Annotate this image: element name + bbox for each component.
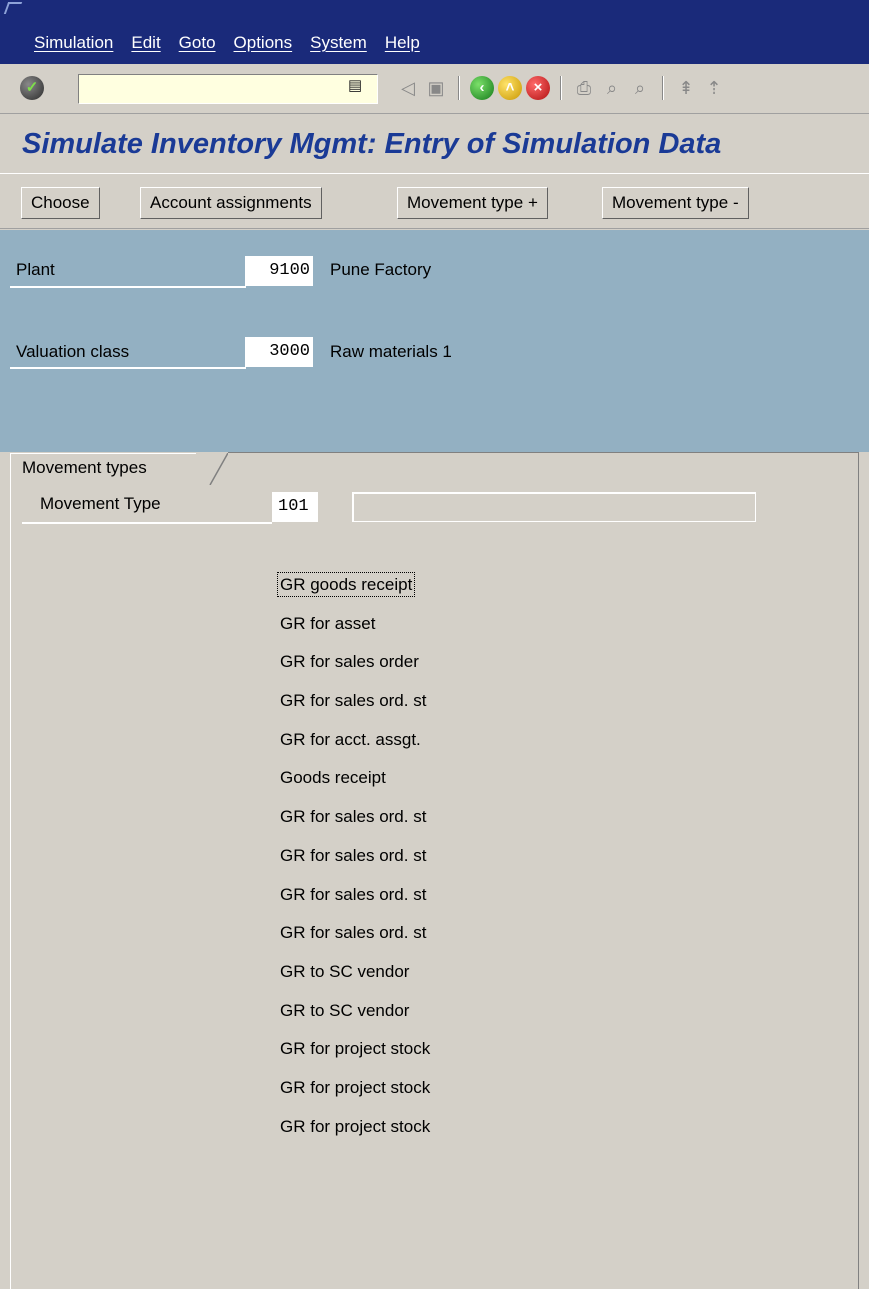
find-next-icon[interactable]: ⌕ bbox=[626, 75, 654, 101]
list-item-text: GR for project stock bbox=[280, 1077, 431, 1097]
list-item-text: GR for acct. assgt. bbox=[280, 729, 421, 749]
list-item-text: GR for asset bbox=[280, 613, 376, 633]
back-icon[interactable]: ‹ bbox=[468, 75, 496, 101]
page-title: Simulate Inventory Mgmt: Entry of Simula… bbox=[22, 128, 722, 160]
plant-label-underline bbox=[10, 286, 246, 288]
list-item-text: GR for project stock bbox=[280, 1039, 431, 1059]
plant-description: Pune Factory bbox=[330, 260, 432, 279]
movement-types-panel bbox=[10, 485, 859, 1289]
enter-icon[interactable]: ✓ bbox=[20, 76, 44, 100]
list-item[interactable]: Goods receipt bbox=[276, 763, 430, 802]
list-item-text: GR to SC vendor bbox=[280, 961, 410, 981]
system-menu-icon[interactable] bbox=[3, 2, 23, 14]
list-item-text: GR for sales ord. st bbox=[280, 845, 427, 865]
toolbar-separator bbox=[560, 76, 562, 100]
movement-type-plus-button[interactable]: Movement type + bbox=[397, 187, 548, 219]
list-item[interactable]: GR for sales order bbox=[276, 647, 430, 686]
first-page-icon[interactable]: ⇞ bbox=[672, 75, 700, 101]
save-icon[interactable]: ▣ bbox=[422, 75, 450, 101]
list-item-text: GR for sales ord. st bbox=[280, 807, 427, 827]
exit-icon[interactable]: ˄ bbox=[496, 75, 524, 101]
list-item[interactable]: GR for sales ord. st bbox=[276, 880, 430, 919]
toolbar-icons: ◁ ▣ ‹ ˄ × ⎙ ⌕ ⌕ ⇞ ⇡ bbox=[394, 75, 728, 101]
menu-goto[interactable]: Goto bbox=[179, 33, 216, 53]
list-item-text: GR for sales ord. st bbox=[280, 923, 427, 943]
header-area: Plant 9100 Pune Factory Valuation class … bbox=[0, 230, 869, 452]
menu: Simulation Edit Goto Options System Help bbox=[34, 33, 438, 53]
list-item-text: GR for project stock bbox=[280, 1116, 431, 1136]
list-item[interactable]: GR goods receipt bbox=[276, 570, 430, 609]
list-item-text: GR for sales ord. st bbox=[280, 884, 427, 904]
application-toolbar: Choose Account assignments Movement type… bbox=[0, 173, 869, 229]
find-icon[interactable]: ⌕ bbox=[598, 75, 626, 101]
menu-options[interactable]: Options bbox=[234, 33, 293, 53]
menu-help[interactable]: Help bbox=[385, 33, 420, 53]
list-item[interactable]: GR for sales ord. st bbox=[276, 918, 430, 957]
valuation-class-label: Valuation class bbox=[16, 342, 130, 361]
list-item[interactable]: GR for project stock bbox=[276, 1112, 430, 1151]
list-item[interactable]: GR for sales ord. st bbox=[276, 686, 430, 725]
menu-bar: Simulation Edit Goto Options System Help bbox=[0, 0, 869, 64]
tab-movement-types[interactable]: Movement types bbox=[10, 453, 228, 485]
movement-type-label: Movement Type bbox=[40, 494, 161, 513]
valuation-class-field[interactable]: 3000 bbox=[245, 337, 313, 367]
movement-type-field[interactable]: 101 bbox=[272, 492, 318, 522]
list-item-text: GR for sales ord. st bbox=[280, 691, 427, 711]
movement-type-minus-button[interactable]: Movement type - bbox=[602, 187, 749, 219]
movement-type-label-underline bbox=[22, 522, 272, 524]
plant-field[interactable]: 9100 bbox=[245, 256, 313, 286]
cancel-icon[interactable]: × bbox=[524, 75, 552, 101]
list-item-text: Goods receipt bbox=[280, 768, 386, 788]
choose-button[interactable]: Choose bbox=[21, 187, 100, 219]
list-item[interactable]: GR for project stock bbox=[276, 1034, 430, 1073]
movement-type-list: GR goods receipt GR for asset GR for sal… bbox=[276, 570, 430, 1150]
tab-strip-line bbox=[228, 452, 859, 453]
standard-toolbar: ✓ ▤ ◁ ▣ ‹ ˄ × ⎙ ⌕ ⌕ ⇞ ⇡ bbox=[0, 64, 869, 114]
menu-simulation[interactable]: Simulation bbox=[34, 33, 113, 53]
print-icon[interactable]: ⎙ bbox=[570, 75, 598, 101]
list-item[interactable]: GR for asset bbox=[276, 609, 430, 648]
command-field[interactable] bbox=[78, 74, 378, 104]
menu-edit[interactable]: Edit bbox=[131, 33, 160, 53]
list-item-text: GR for sales order bbox=[280, 652, 419, 672]
list-item[interactable]: GR for project stock bbox=[276, 1073, 430, 1112]
command-history-icon[interactable]: ▤ bbox=[348, 76, 362, 94]
previous-page-icon[interactable]: ⇡ bbox=[700, 75, 728, 101]
toolbar-separator bbox=[458, 76, 460, 100]
plant-label: Plant bbox=[16, 260, 55, 279]
tab-label: Movement types bbox=[22, 458, 147, 477]
list-item[interactable]: GR for sales ord. st bbox=[276, 802, 430, 841]
list-item[interactable]: GR to SC vendor bbox=[276, 996, 430, 1035]
menu-system[interactable]: System bbox=[310, 33, 367, 53]
list-item-text: GR to SC vendor bbox=[280, 1000, 410, 1020]
tab-slant-edge bbox=[196, 453, 228, 485]
valuation-class-label-underline bbox=[10, 367, 246, 369]
list-item[interactable]: GR to SC vendor bbox=[276, 957, 430, 996]
valuation-class-description: Raw materials 1 bbox=[330, 342, 452, 361]
title-bar: Simulate Inventory Mgmt: Entry of Simula… bbox=[0, 115, 869, 173]
movement-type-description-field bbox=[352, 492, 756, 522]
list-item-text: GR goods receipt bbox=[276, 572, 416, 597]
back-arrow-icon[interactable]: ◁ bbox=[394, 75, 422, 101]
list-item[interactable]: GR for sales ord. st bbox=[276, 841, 430, 880]
list-item[interactable]: GR for acct. assgt. bbox=[276, 725, 430, 764]
toolbar-separator bbox=[662, 76, 664, 100]
account-assignments-button[interactable]: Account assignments bbox=[140, 187, 322, 219]
